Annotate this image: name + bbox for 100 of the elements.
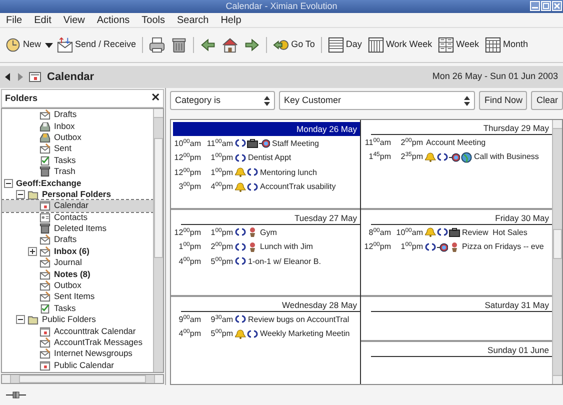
toolbar-button[interactable]: Week [436,31,481,59]
folder-item[interactable]: Drafts [2,234,153,246]
day-header[interactable]: Thursday 29 May [371,121,552,135]
calendar-icon [39,326,51,337]
folder-label: Outbox [54,132,82,143]
event-summary[interactable]: Gym [260,226,277,238]
menu-item[interactable]: Search [177,12,209,28]
day-header[interactable]: Wednesday 28 May [181,298,360,312]
collapse-icon[interactable] [16,315,25,324]
start-time: 12$^{00}$pm [173,166,201,178]
folder-item[interactable]: Inbox (6) [2,246,153,258]
folder-label: Inbox [54,120,75,132]
toolbar-button[interactable]: Day [326,31,364,59]
event-summary[interactable]: Account Meeting [426,136,486,148]
folder-item[interactable]: Tasks [2,302,153,314]
event-summary[interactable]: Mentoring lunch [260,166,317,178]
folder-item[interactable]: Outbox [2,280,153,292]
folder-item[interactable]: Public Calendar [2,360,153,371]
folder-label: AccountTrak Messages [54,337,142,348]
vertical-scrollbar[interactable] [153,109,163,372]
close-button[interactable]: ✕ [151,93,160,104]
dropdown-arrow-icon[interactable] [45,42,54,48]
folder-item[interactable]: Tasks [2,154,153,166]
horizontal-scrollbar[interactable] [1,374,164,384]
folder-item[interactable]: Contacts [2,212,153,223]
event-row[interactable]: 10$^{00}$am 11$^{00}$am Staff Meeting [171,136,360,150]
folder-item[interactable]: Calendar [2,200,153,212]
event-row[interactable]: 12$^{00}$pm 1$^{00}$pm Pizza on Fridays -- eve [361,240,552,254]
search-button[interactable]: Find Now [479,91,528,110]
close-icon[interactable] [552,1,562,11]
folder-item[interactable]: Inbox [2,120,153,132]
event-row[interactable]: 12$^{00}$pm 1$^{00}$pm Dentist Appt [171,151,360,165]
folder-item[interactable]: Sent Items [2,291,153,303]
menu-item[interactable]: Tools [142,12,166,28]
event-summary[interactable]: Review Hot Sales [462,226,528,238]
event-summary[interactable]: Weekly Marketing Meetin [260,328,350,340]
event-row[interactable]: 4$^{00}$pm 5$^{00}$pm 1-on-1 w/ Eleanor B. [171,254,360,268]
folder-item[interactable]: Outbox [2,132,153,144]
event-row[interactable]: 1$^{00}$pm 2$^{00}$pm Lunch with Jim [171,240,360,254]
folder-item[interactable]: Geoff:Exchange [2,177,153,189]
folder-item[interactable]: Internet Newsgroups [2,348,153,360]
menu-item[interactable]: Edit [34,12,52,28]
back-arrow-icon[interactable] [5,73,11,81]
day-header[interactable]: Tuesday 27 May [181,211,360,225]
event-row[interactable]: 1$^{45}$pm 2$^{35}$pm Call with Business [361,150,552,164]
day-header[interactable]: Monday 26 May [173,122,360,136]
event-row[interactable]: 11$^{00}$am 2$^{00}$pm Account Meeting [361,136,552,150]
event-summary[interactable]: Pizza on Fridays -- eve [462,241,544,253]
calendar-icon [39,200,51,212]
menu-item[interactable]: File [6,12,22,28]
folder-label: Inbox (6) [54,246,90,257]
toolbar-button[interactable]: Go To [271,31,317,59]
event-row[interactable]: 9$^{00}$am 9$^{30}$am Review bugs on AccountTral [171,312,360,326]
event-summary[interactable]: 1-on-1 w/ Eleanor B. [248,256,321,268]
day-header[interactable]: Sunday 01 June [371,343,552,357]
event-row[interactable]: 4$^{00}$pm 5$^{00}$pm Weekly Marketing Meetin [171,327,360,341]
folder-item[interactable]: Trash [2,166,153,178]
end-time: 2$^{00}$pm [210,241,233,253]
folder-item[interactable]: Deleted Items [2,222,153,234]
folder-item[interactable]: Public Folders [2,314,153,326]
search-button[interactable]: Clear [531,91,563,110]
toolbar-button[interactable]: Send / Receive [55,31,138,59]
minimize-icon[interactable] [530,1,540,11]
start-time: 10$^{00}$am [173,138,201,150]
menu-item[interactable]: Help [220,12,242,28]
folder-item[interactable]: Accounttrak Calendar [2,325,153,337]
envelope-icon [39,280,51,292]
event-row[interactable]: 12$^{00}$pm 1$^{00}$pm Gym [171,226,360,240]
menu-item[interactable]: View [63,12,85,28]
expand-icon[interactable] [28,246,37,256]
day-header[interactable]: Friday 30 May [371,211,552,225]
maximize-icon[interactable] [541,1,551,11]
day-header[interactable]: Saturday 31 May [371,298,552,312]
vertical-scrollbar[interactable] [552,120,562,384]
event-summary[interactable]: Review bugs on AccountTral [248,314,350,326]
event-row[interactable]: 8$^{00}$am 10$^{00}$am Review Hot Sales [361,226,552,240]
value-dropdown[interactable]: Key Customer [279,91,476,110]
toolbar-button[interactable]: Month [482,31,530,59]
toolbar-button[interactable]: Work Week [366,31,434,59]
menu-item[interactable]: Actions [96,12,130,28]
event-row[interactable]: 12$^{00}$pm 1$^{00}$pm Mentoring lunch [171,166,360,180]
event-summary[interactable]: Lunch with Jim [260,241,313,253]
event-row[interactable]: 3$^{00}$pm 4$^{00}$pm AccountTrak usability [171,180,360,194]
folder-item[interactable]: Personal Folders [2,188,153,200]
condition-dropdown[interactable]: Category is [170,91,275,110]
folder-item[interactable]: AccountTrak Messages [2,336,153,348]
event-summary[interactable]: Staff Meeting [272,138,319,150]
collapse-icon[interactable] [4,178,13,188]
folder-item[interactable]: Notes (8) [2,268,153,280]
toolbar-button[interactable]: New [3,31,44,59]
end-time: 2$^{00}$pm [400,136,423,148]
event-summary[interactable]: Call with Business [474,151,539,163]
event-summary[interactable]: Dentist Appt [248,152,292,164]
end-time: 4$^{00}$pm [210,181,233,193]
folder-item[interactable]: Drafts [2,109,153,120]
collapse-icon[interactable] [16,190,25,199]
event-summary[interactable]: AccountTrak usability [260,181,336,193]
folder-item[interactable]: Journal [2,257,153,268]
start-time: 4$^{00}$pm [178,328,201,340]
folder-item[interactable]: Sent [2,143,153,155]
